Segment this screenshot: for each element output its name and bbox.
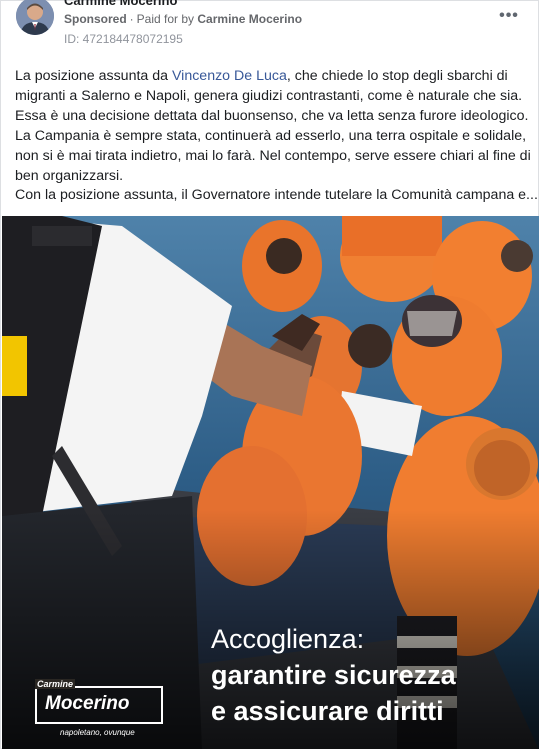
post-text-line: La posizione assunta da Vincenzo De Luca… [15,67,530,87]
logo-name: Mocerino [45,693,130,714]
ad-id: ID: 472184478072195 [64,32,183,46]
image-subheadline: garantire sicurezza [211,660,456,690]
image-headline: Accoglienza: [211,624,365,654]
author-name[interactable]: Carmine Mocerino [64,0,177,8]
post-text-line: La Campania è sempre stata, continuerà a… [15,127,527,144]
post-text-line: Con la posizione assunta, il Governatore… [15,187,538,204]
paid-for-label: Paid for by [136,12,195,26]
post-text-line: migranti a Salerno e Napoli, genera giud… [15,87,523,104]
sponsored-post-card: Carmine Mocerino Sponsored · Paid for by C… [0,0,539,749]
logo-first-name: Carmine [35,679,76,689]
image-subheadline: e assicurare diritti [211,696,444,726]
sponsored-meta: Sponsored · Paid for by Carmine Mocerino [64,12,302,26]
meta-separator: · [129,12,134,26]
post-text-segment: , che chiede lo stop degli sbarchi di [286,68,508,84]
post-text-line: non si è mai tirata indietro, mai lo far… [15,147,531,164]
avatar-photo-icon [16,0,54,35]
author-avatar[interactable] [16,0,54,35]
post-header: Carmine Mocerino Sponsored · Paid for by C… [1,0,539,61]
mention-link[interactable]: Vincenzo De Luca [172,68,287,84]
post-image[interactable]: Accoglienza: garantire sicurezza e assic… [2,216,539,749]
logo-tagline: napoletano, ovunque [60,728,135,737]
post-text-line: Essa è una decisione dettata dal buonsen… [15,107,529,124]
payer-name[interactable]: Carmine Mocerino [197,12,302,26]
more-options-icon[interactable]: ••• [497,6,521,26]
campaign-logo: Mocerino [35,686,163,724]
post-text-segment: La posizione assunta da [15,68,172,84]
sponsored-label[interactable]: Sponsored [64,12,127,26]
post-body-text: La posizione assunta da Vincenzo De Luca… [15,67,538,206]
post-text-line: ben organizzarsi. [15,167,124,184]
